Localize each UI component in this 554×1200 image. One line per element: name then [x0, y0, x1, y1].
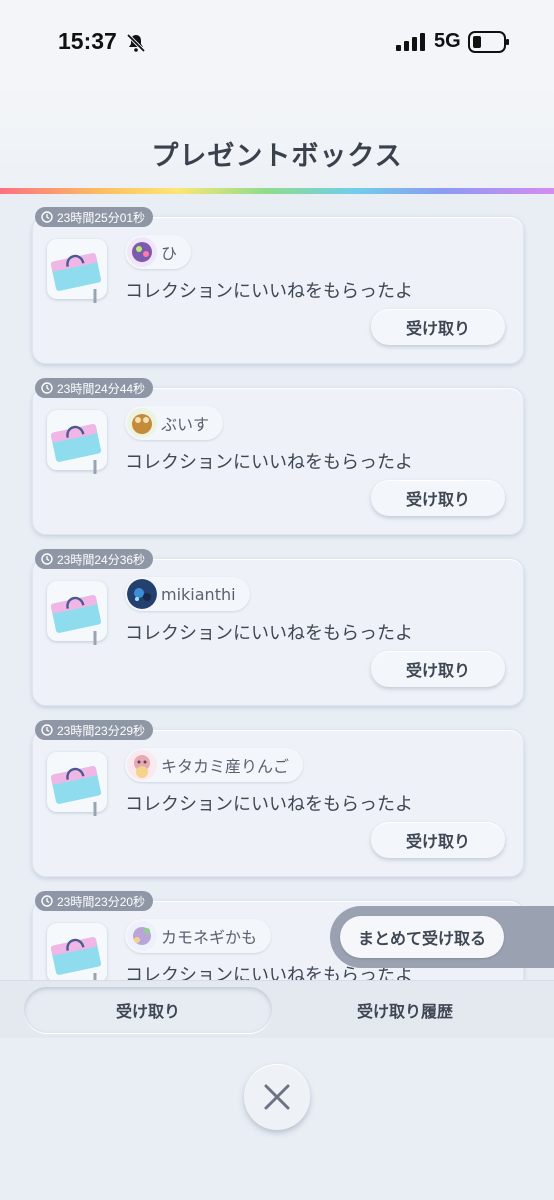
bulk-receive-button[interactable]: まとめて受け取る — [340, 916, 504, 958]
battery-icon — [468, 31, 509, 53]
present-card: 23時間23分29秒 キタカミ産りんご コレクションにいいねをもらったよ 受け取… — [32, 720, 524, 877]
card-message: コレクションにいいねをもらったよ — [125, 452, 413, 473]
clock-icon — [41, 211, 53, 223]
shopping-bag-icon — [51, 766, 102, 816]
bulk-receive-button-container: まとめて受け取る — [330, 906, 554, 968]
card-message: コレクションにいいねをもらったよ — [125, 794, 413, 815]
user-name: mikianthi — [161, 584, 236, 604]
user-name: カモネギかも — [161, 928, 258, 947]
present-card: 23時間25分01秒 ひ コレクションにいいねをもらったよ 受け取り — [32, 207, 524, 364]
close-icon — [264, 1084, 290, 1110]
bell-muted-icon — [126, 33, 146, 53]
network-label: 5G — [434, 30, 461, 52]
receive-button[interactable]: 受け取り — [371, 822, 505, 858]
shopping-bag-icon — [51, 424, 102, 474]
header: プレゼントボックス — [0, 86, 554, 192]
user-chip: ぶいす — [125, 406, 224, 440]
close-button[interactable] — [244, 1064, 310, 1130]
timer-text: 23時間24分36秒 — [57, 552, 146, 567]
present-card: 23時間24分36秒 mikianthi コレクションにいいねをもらったよ 受け… — [32, 549, 524, 706]
card-message: コレクションにいいねをもらったよ — [125, 281, 413, 302]
receive-button[interactable]: 受け取り — [371, 480, 505, 516]
receive-button[interactable]: 受け取り — [371, 651, 505, 687]
user-name: キタカミ産りんご — [161, 757, 290, 776]
tab-bar: 受け取り 受け取り履歴 — [0, 980, 554, 1038]
timer-text: 23時間24分44秒 — [57, 381, 146, 396]
page-title: プレゼントボックス — [151, 141, 403, 172]
user-chip: mikianthi — [125, 577, 250, 611]
tab-history[interactable]: 受け取り履歴 — [280, 987, 530, 1033]
user-avatar — [127, 579, 157, 609]
signal-icon — [396, 33, 425, 51]
card-message: コレクションにいいねをもらったよ — [125, 623, 413, 644]
timer-text: 23時間23分20秒 — [57, 894, 146, 909]
clock-icon — [41, 382, 53, 394]
user-name: ひ — [161, 244, 178, 263]
timer-text: 23時間23分29秒 — [57, 723, 146, 738]
user-chip: ひ — [125, 235, 192, 269]
gift-icon — [47, 923, 107, 980]
timer-tag: 23時間23分29秒 — [35, 720, 154, 740]
shopping-bag-icon — [51, 253, 102, 303]
present-card: 23時間24分44秒 ぶいす コレクションにいいねをもらったよ 受け取り — [32, 378, 524, 535]
timer-tag: 23時間24分36秒 — [35, 549, 154, 569]
receive-button[interactable]: 受け取り — [371, 309, 505, 345]
gift-icon — [47, 410, 107, 474]
gift-icon — [47, 239, 107, 303]
bottom-area — [0, 1038, 554, 1200]
gift-icon — [47, 581, 107, 645]
user-name: ぶいす — [161, 415, 210, 434]
status-bar: 15:37 5G — [0, 0, 554, 86]
user-avatar — [127, 237, 157, 267]
clock-icon — [41, 553, 53, 565]
tab-receive[interactable]: 受け取り — [24, 987, 272, 1033]
clock-icon — [41, 724, 53, 736]
shopping-bag-icon — [51, 595, 102, 645]
gift-icon — [47, 752, 107, 816]
timer-tag: 23時間24分44秒 — [35, 378, 154, 398]
user-avatar — [127, 750, 157, 780]
shopping-bag-icon — [51, 937, 102, 980]
timer-tag: 23時間23分20秒 — [35, 891, 154, 911]
user-chip: キタカミ産りんご — [125, 748, 304, 782]
clock-icon — [41, 895, 53, 907]
user-avatar — [127, 408, 157, 438]
present-list[interactable]: 23時間25分01秒 ひ コレクションにいいねをもらったよ 受け取り 23時間2… — [0, 194, 554, 980]
user-avatar — [127, 921, 157, 951]
status-time: 15:37 — [58, 28, 117, 54]
timer-text: 23時間25分01秒 — [57, 210, 146, 225]
timer-tag: 23時間25分01秒 — [35, 207, 154, 227]
user-chip: カモネギかも — [125, 919, 272, 953]
